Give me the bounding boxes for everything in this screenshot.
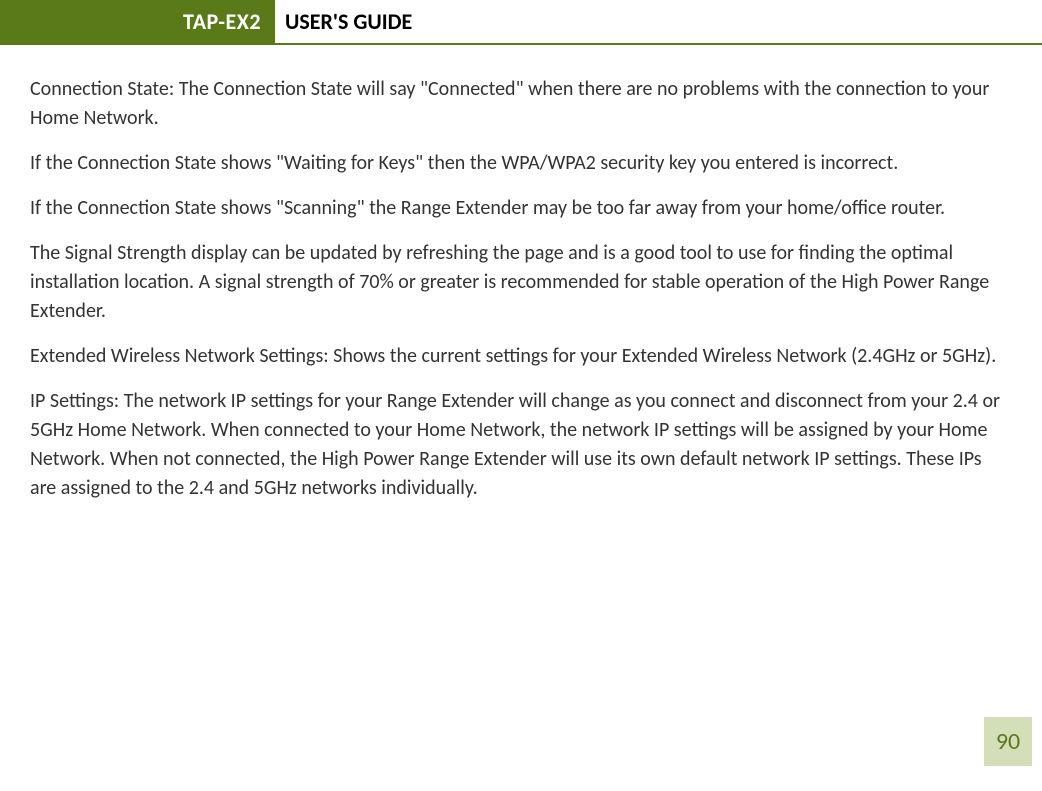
paragraph: Extended Wireless Network Settings: Show… [30,342,1012,371]
document-body: Connection State: The Connection State w… [0,75,1042,503]
paragraph: IP Settings: The network IP settings for… [30,387,1012,503]
paragraph: The Signal Strength display can be updat… [30,239,1012,326]
paragraph: If the Connection State shows "Waiting f… [30,149,1012,178]
document-header: TAP-EX2 USER'S GUIDE [0,0,1042,45]
product-badge: TAP-EX2 [0,0,275,43]
document-title: USER'S GUIDE [275,0,412,43]
page-number: 90 [984,717,1032,766]
paragraph: Connection State: The Connection State w… [30,75,1012,133]
paragraph: If the Connection State shows "Scanning"… [30,194,1012,223]
